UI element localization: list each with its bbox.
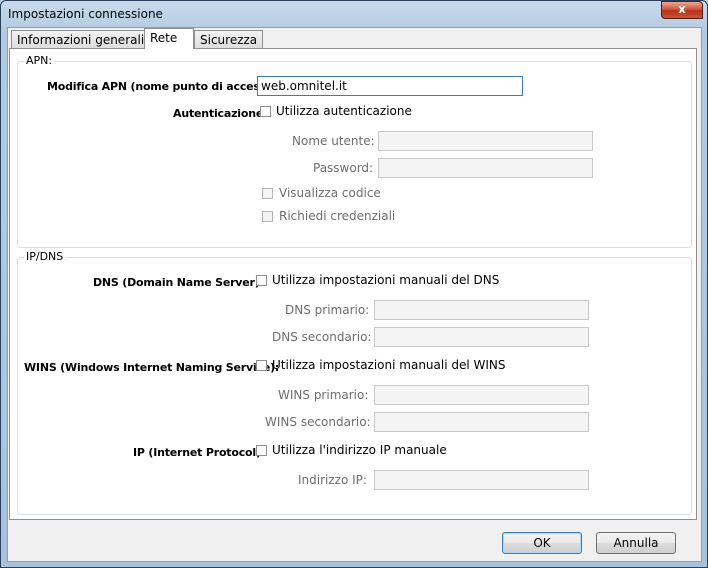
password-label: Password: xyxy=(313,161,374,175)
ipdns-group-label: IP/DNS xyxy=(24,250,66,263)
password-input[interactable] xyxy=(378,158,593,178)
cancel-button[interactable]: Annulla xyxy=(596,532,676,554)
dns-manual-label[interactable]: Utilizza impostazioni manuali del DNS xyxy=(272,273,499,287)
wins-manual-checkbox[interactable] xyxy=(256,360,267,371)
autenticazione-label: Autenticazione xyxy=(173,107,264,120)
dns-primary-input[interactable] xyxy=(374,300,589,320)
dns-manual-checkbox[interactable] xyxy=(256,275,267,286)
ip-manual-checkbox[interactable] xyxy=(256,445,267,456)
apn-group-label: APN: xyxy=(24,54,55,67)
ip-address-input[interactable] xyxy=(374,470,589,490)
dns-secondary-label: DNS secondario: xyxy=(272,330,372,344)
tab-sicurezza[interactable]: Sicurezza xyxy=(194,30,264,49)
username-input[interactable] xyxy=(378,131,593,151)
wins-primary-label: WINS primario: xyxy=(278,388,369,402)
show-code-checkbox[interactable] xyxy=(262,188,273,199)
tab-rete[interactable]: Rete xyxy=(144,28,194,49)
ask-credentials-checkbox[interactable] xyxy=(262,211,273,222)
wins-secondary-input[interactable] xyxy=(374,412,589,432)
use-auth-checkbox[interactable] xyxy=(260,106,271,117)
apn-input[interactable]: web.omnitel.it xyxy=(257,76,523,96)
use-auth-label[interactable]: Utilizza autenticazione xyxy=(276,104,412,118)
ok-button[interactable]: OK xyxy=(502,532,582,554)
dns-primary-label: DNS primario: xyxy=(285,303,370,317)
wins-primary-input[interactable] xyxy=(374,385,589,405)
dns-label: DNS (Domain Name Server): xyxy=(93,276,264,289)
ask-credentials-label[interactable]: Richiedi credenziali xyxy=(279,209,395,223)
window-title: Impostazioni connessione xyxy=(8,7,163,21)
ip-label: IP (Internet Protocol): xyxy=(133,446,265,459)
ip-address-label: Indirizzo IP: xyxy=(298,473,367,487)
wins-label: WINS (Windows Internet Naming Service): xyxy=(24,361,280,374)
wins-secondary-label: WINS secondario: xyxy=(265,415,371,429)
tab-informazioni-generali[interactable]: Informazioni generali xyxy=(11,30,151,49)
username-label: Nome utente: xyxy=(292,134,375,148)
ip-manual-label[interactable]: Utilizza l'indirizzo IP manuale xyxy=(272,443,447,457)
modifica-apn-label: Modifica APN (nome punto di accesso) xyxy=(47,80,279,93)
wins-manual-label[interactable]: Utilizza impostazioni manuali del WINS xyxy=(272,358,506,372)
close-button[interactable]: x xyxy=(661,1,703,19)
dns-secondary-input[interactable] xyxy=(374,327,589,347)
show-code-label[interactable]: Visualizza codice xyxy=(279,186,381,200)
